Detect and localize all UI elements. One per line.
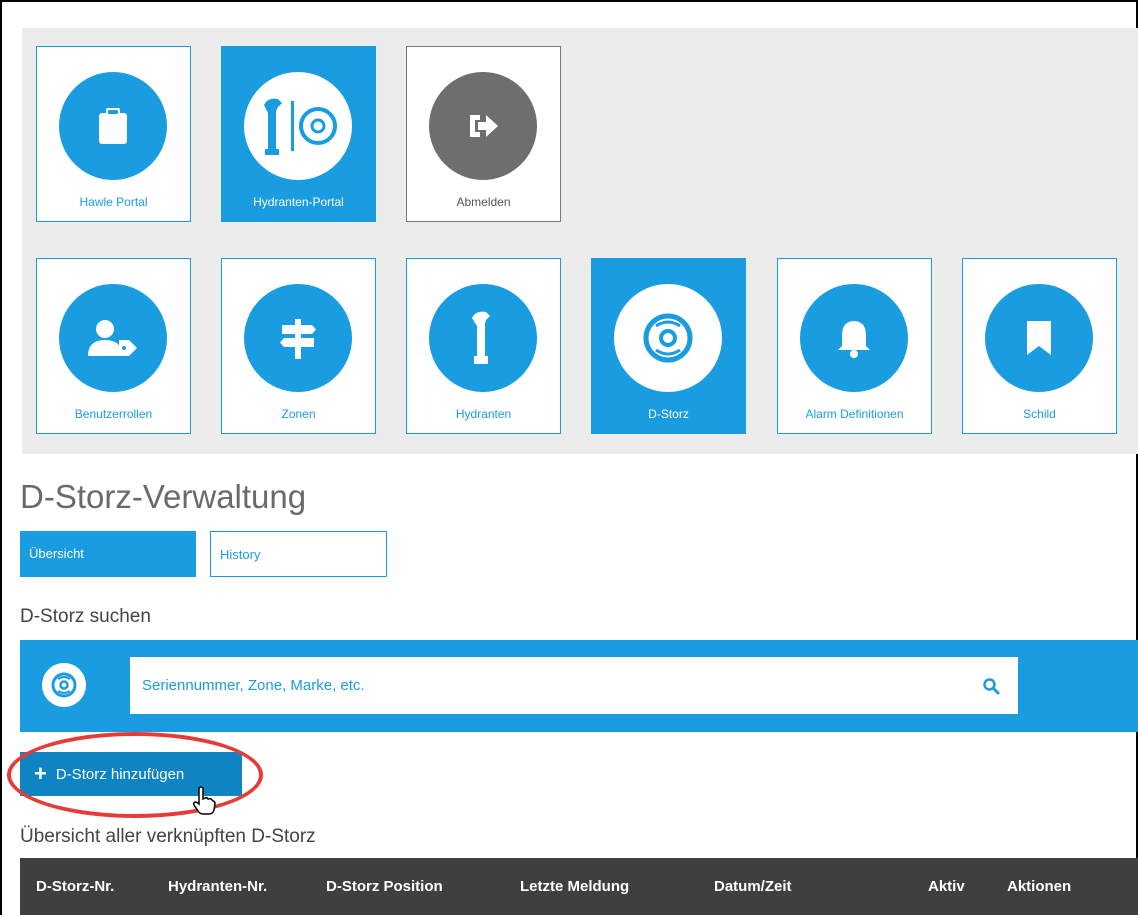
- tile-label: Schild: [1023, 407, 1056, 421]
- tile-benutzerrollen[interactable]: Benutzerrollen: [36, 258, 191, 434]
- bell-icon: [800, 284, 908, 392]
- hydrant-icon: [429, 284, 537, 392]
- logout-icon: [429, 72, 537, 180]
- table-header: D-Storz-Nr. Hydranten-Nr. D-Storz Positi…: [20, 858, 1138, 915]
- column-header-aktiv[interactable]: Aktiv: [928, 878, 965, 895]
- dstorz-icon: [42, 663, 86, 707]
- hand-cursor-icon: [192, 786, 216, 821]
- navigation-tile-panel: Hawle Portal Hydranten-Portal Abmelden B…: [22, 28, 1138, 454]
- tile-label: Hawle Portal: [79, 195, 148, 209]
- tile-label: Hydranten-Portal: [253, 195, 344, 209]
- column-header-letzte-meldung[interactable]: Letzte Meldung: [520, 878, 629, 895]
- column-header-datum-zeit[interactable]: Datum/Zeit: [714, 878, 792, 895]
- add-button-label: D-Storz hinzufügen: [55, 765, 185, 783]
- column-header-d-storz-position[interactable]: D-Storz Position: [326, 878, 443, 895]
- tab-history[interactable]: History: [210, 531, 387, 577]
- tile-d-storz[interactable]: D-Storz: [591, 258, 746, 434]
- tile-abmelden[interactable]: Abmelden: [406, 46, 561, 222]
- tile-label: Alarm Definitionen: [805, 407, 904, 421]
- search-field: [130, 657, 1018, 714]
- search-icon[interactable]: [982, 677, 1000, 695]
- page-title: D-Storz-Verwaltung: [20, 478, 307, 515]
- tile-hydranten-portal[interactable]: Hydranten-Portal: [221, 46, 376, 222]
- hydrant-dstorz-icon: [244, 72, 352, 180]
- user-tag-icon: [59, 284, 167, 392]
- plus-icon: +: [34, 761, 47, 786]
- bookmark-icon: [985, 284, 1093, 392]
- tile-hydranten[interactable]: Hydranten: [406, 258, 561, 434]
- tile-hawle-portal[interactable]: Hawle Portal: [36, 46, 191, 222]
- table-section-label: Übersicht aller verknüpften D-Storz: [20, 826, 316, 847]
- tile-zonen[interactable]: Zonen: [221, 258, 376, 434]
- tile-label: Benutzerrollen: [74, 407, 153, 421]
- tile-label: D-Storz: [648, 407, 689, 421]
- column-header-hydranten-nr[interactable]: Hydranten-Nr.: [168, 878, 267, 895]
- tile-schild[interactable]: Schild: [962, 258, 1117, 434]
- dstorz-icon: [614, 284, 722, 392]
- search-bar: [20, 640, 1138, 732]
- tile-label: Abmelden: [456, 195, 511, 209]
- tile-label: Zonen: [281, 407, 316, 421]
- tile-alarm-definitionen[interactable]: Alarm Definitionen: [777, 258, 932, 434]
- search-input[interactable]: [130, 657, 960, 714]
- tab-uebersicht[interactable]: Übersicht: [20, 531, 196, 577]
- search-section-label: D-Storz suchen: [20, 606, 151, 627]
- column-header-d-storz-nr[interactable]: D-Storz-Nr.: [36, 878, 114, 895]
- clipboard-icon: [59, 72, 167, 180]
- column-header-aktionen[interactable]: Aktionen: [1007, 878, 1071, 895]
- tile-label: Hydranten: [455, 407, 512, 421]
- signpost-icon: [244, 284, 352, 392]
